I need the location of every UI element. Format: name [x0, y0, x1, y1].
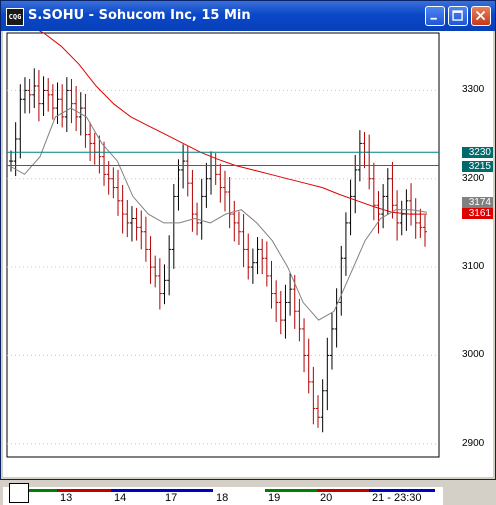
date-segment: 18: [213, 489, 265, 504]
price-tag: 3215: [462, 160, 493, 172]
scroll-corner-box[interactable]: [9, 483, 29, 503]
close-icon: [475, 10, 486, 21]
date-segment: 19: [265, 489, 317, 504]
close-button[interactable]: [471, 6, 491, 26]
date-label: 20: [320, 492, 333, 504]
y-tick-label: 3200: [462, 172, 485, 184]
app-icon: CQG: [6, 8, 24, 26]
minimize-button[interactable]: [425, 6, 445, 26]
date-segment: 13: [57, 489, 111, 504]
date-axis: 13 14 17 18 19 20 21 - 23:30: [3, 487, 443, 505]
maximize-button[interactable]: [448, 6, 468, 26]
y-tick-label: 3000: [462, 349, 485, 361]
date-label: 19: [268, 492, 281, 504]
date-segment: 14: [111, 489, 162, 504]
minimize-icon: [430, 17, 437, 20]
date-segment: 17: [162, 489, 213, 504]
date-label: 21 - 23:30: [372, 492, 422, 504]
price-chart[interactable]: [3, 31, 493, 477]
y-tick-label: 3300: [462, 84, 485, 96]
date-label: 17: [165, 492, 178, 504]
y-tick-label: 2900: [462, 437, 485, 449]
price-tag: 3174: [462, 196, 493, 208]
title-bar[interactable]: CQG S.SOHU - Sohucom Inc, 15 Min: [1, 1, 495, 31]
chart-area[interactable]: 2900 3000 3100 3200 3300 3230 3215 3174 3161 13…: [3, 31, 493, 505]
session-strip: [27, 489, 57, 492]
price-tag: 3230: [462, 147, 493, 159]
date-label: 14: [114, 492, 127, 504]
maximize-icon: [452, 10, 463, 21]
date-label: 13: [60, 492, 73, 504]
window-title: S.SOHU - Sohucom Inc, 15 Min: [28, 8, 251, 23]
y-tick-label: 3100: [462, 261, 485, 273]
date-label: 18: [216, 492, 229, 504]
price-tag: 3161: [462, 208, 493, 220]
chart-window: CQG S.SOHU - Sohucom Inc, 15 Min 2900 300…: [0, 0, 496, 505]
date-segment: 20: [317, 489, 369, 504]
date-segment: [27, 489, 57, 503]
date-segment: 21 - 23:30: [369, 489, 435, 504]
